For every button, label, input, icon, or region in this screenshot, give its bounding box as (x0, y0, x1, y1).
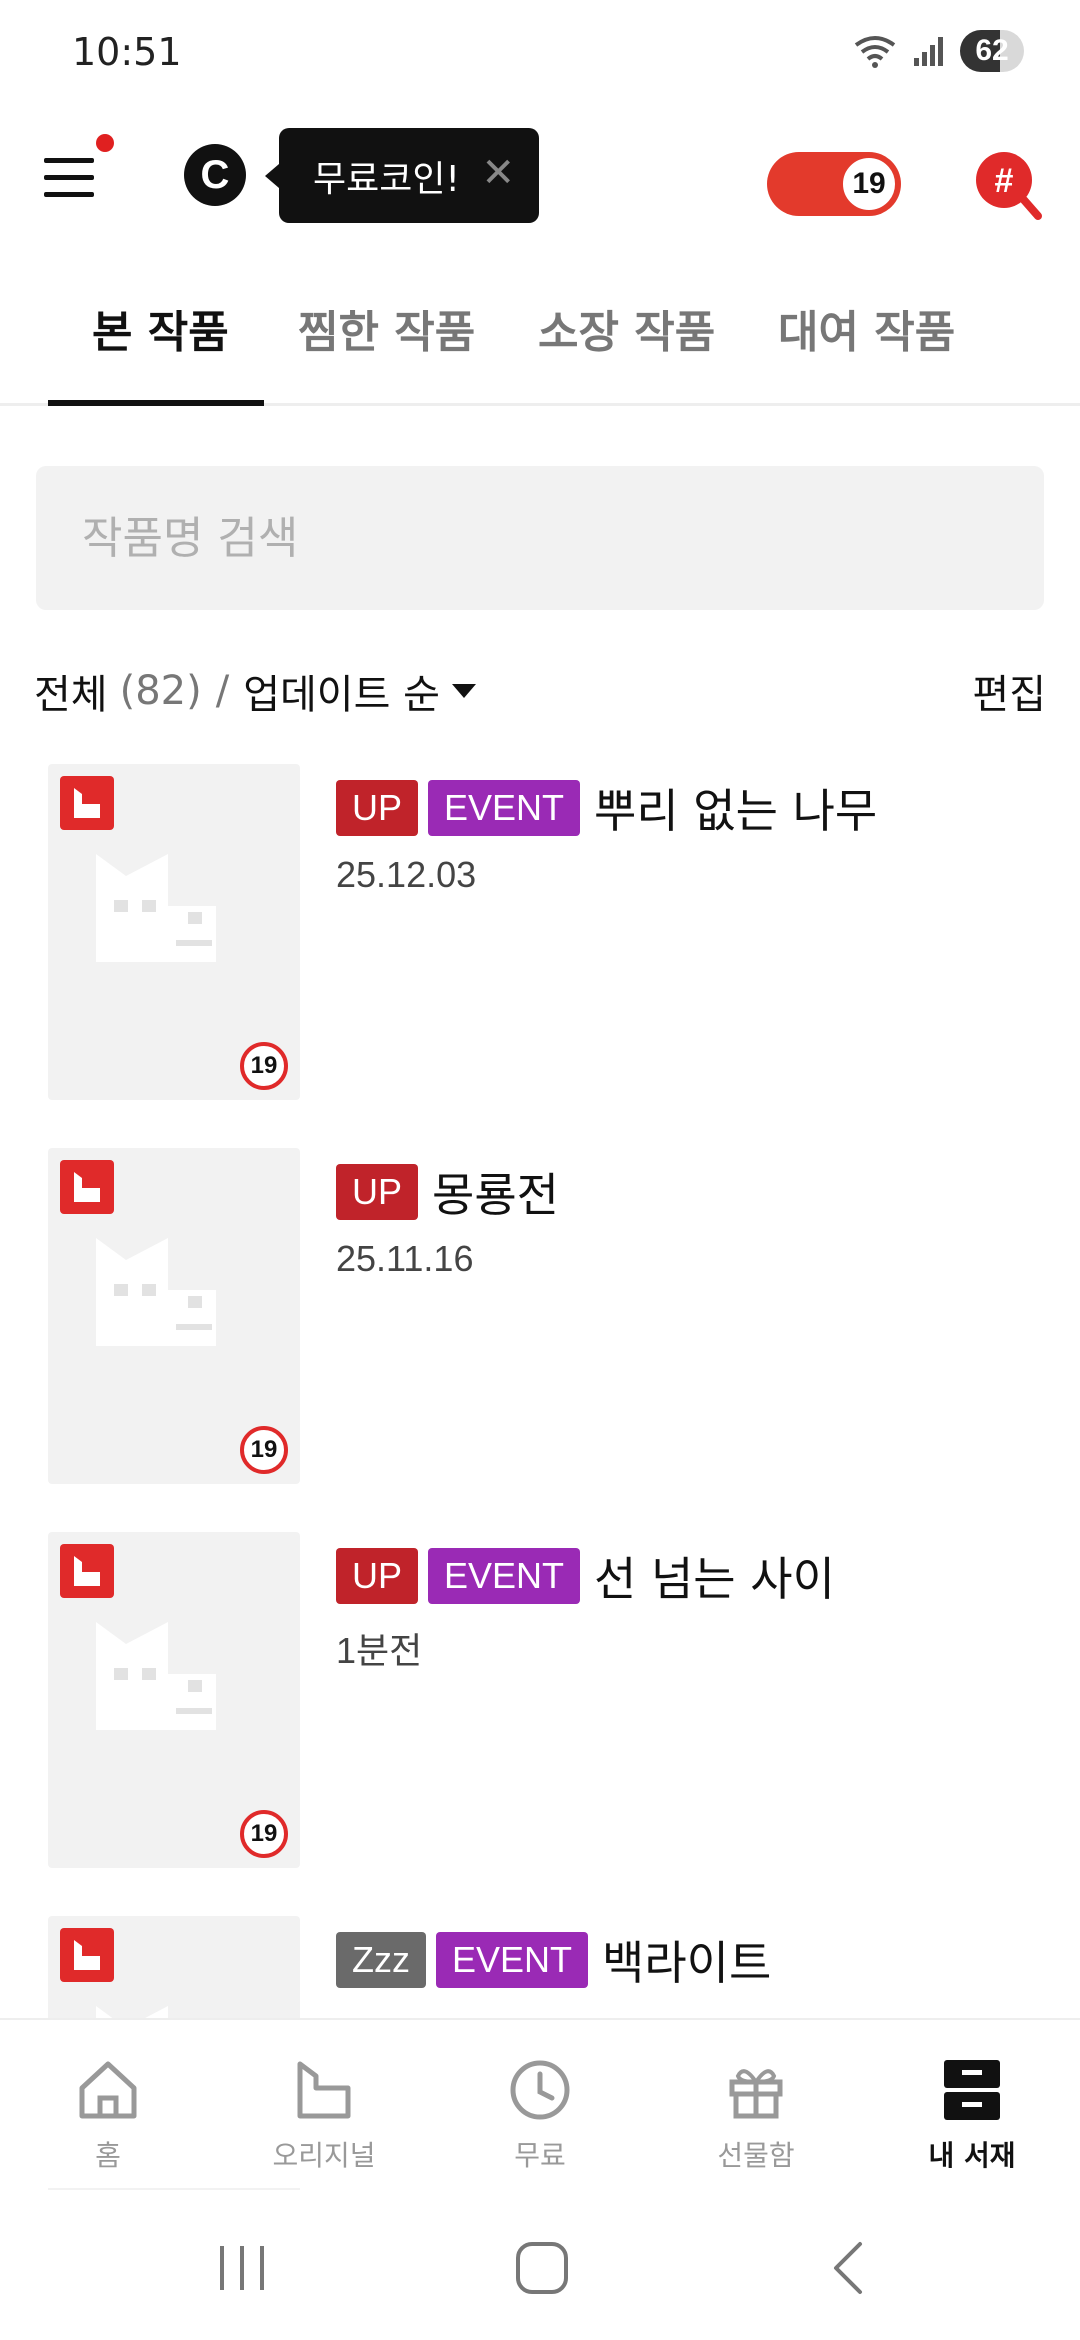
item-date: 1분전 (336, 1630, 423, 1671)
up-tag: UP (336, 780, 419, 836)
total-count: (82) (119, 668, 202, 714)
app-header: C 무료코인! ✕ 19 # (0, 120, 1080, 250)
thumbnail: 19 (48, 764, 300, 1100)
item-title: 선 넘는 사이 (594, 1552, 835, 1606)
caret-down-icon (451, 684, 476, 698)
hashtag-search-icon[interactable]: # (974, 150, 1042, 222)
nav-free[interactable]: 무료 (460, 2050, 620, 2174)
svg-text:#: # (995, 162, 1014, 200)
sort-label: 업데이트 순 (243, 672, 440, 718)
nav-gift[interactable]: 선물함 (676, 2050, 836, 2174)
active-tab-indicator (48, 400, 264, 406)
tab-wishlist[interactable]: 찜한 작품 (298, 296, 475, 360)
tab-owned[interactable]: 소장 작품 (538, 296, 715, 360)
nav-free-label: 무료 (514, 2139, 566, 2172)
thumbnail: 19 (48, 1148, 300, 1484)
item-date: 25.11.16 (336, 1238, 474, 1279)
item-date: 25.12.03 (336, 854, 477, 895)
bottom-navigation: 홈 오리지널 무료 선물함 내 서재 (0, 2018, 1080, 2188)
wifi-icon (854, 36, 896, 68)
item-info: Zzz EVENT 백라이트 (336, 1930, 771, 1990)
back-icon[interactable] (822, 2240, 878, 2296)
nav-library-label: 내 서재 (928, 2139, 1016, 2172)
adult-badge: 19 (839, 154, 899, 214)
placeholder-cat-icon (96, 1238, 216, 1346)
tooltip-text: 무료코인! (313, 158, 460, 200)
gift-icon (729, 2069, 783, 2119)
library-icon (944, 2060, 1000, 2120)
up-tag: UP (336, 1164, 419, 1220)
menu-button[interactable] (44, 150, 98, 204)
item-title: 백라이트 (602, 1936, 772, 1990)
item-info: UP EVENT 뿌리 없는 나무 25.12.03 (336, 778, 877, 896)
signal-icon (914, 37, 943, 66)
separator: / (215, 668, 230, 714)
nav-gift-label: 선물함 (717, 2139, 795, 2172)
nav-home[interactable]: 홈 (28, 2050, 188, 2174)
battery-indicator: 62 (960, 30, 1024, 72)
placeholder-cat-icon (96, 1622, 216, 1730)
edit-button[interactable]: 편집 (972, 662, 1046, 720)
filter-row: 전체 (82) / 업데이트 순 편집 (34, 662, 1046, 722)
notification-dot (96, 134, 114, 152)
status-time: 10:51 (72, 30, 182, 74)
nav-original[interactable]: 오리지널 (244, 2050, 404, 2174)
sort-dropdown[interactable]: 전체 (82) / 업데이트 순 (34, 662, 476, 720)
zzz-tag: Zzz (336, 1932, 426, 1988)
nav-library[interactable]: 내 서재 (892, 2050, 1052, 2174)
home-button-icon[interactable] (514, 2240, 570, 2296)
clock-icon (510, 2060, 570, 2120)
original-badge-icon (60, 1544, 114, 1598)
library-tabs: 본 작품 찜한 작품 소장 작품 대여 작품 (0, 282, 1080, 406)
event-tag: EVENT (428, 1548, 581, 1604)
adult-content-toggle[interactable]: 19 (767, 152, 901, 216)
nav-original-label: 오리지널 (272, 2139, 376, 2172)
all-label: 전체 (34, 672, 108, 718)
original-badge-icon (60, 1160, 114, 1214)
item-title: 몽룡전 (432, 1168, 559, 1222)
search-input[interactable] (36, 466, 1044, 610)
age-rating-badge: 19 (240, 1810, 288, 1858)
coin-icon[interactable]: C (184, 144, 246, 206)
original-icon (297, 2061, 351, 2119)
battery-level: 62 (975, 34, 1009, 67)
list-item[interactable]: 19 UP 몽룡전 25.11.16 (0, 1148, 1080, 1488)
event-tag: EVENT (428, 780, 581, 836)
status-bar: 10:51 62 (0, 0, 1080, 110)
item-info: UP EVENT 선 넘는 사이 1분전 (336, 1546, 835, 1674)
system-navigation-bar (0, 2190, 1080, 2340)
search-box (36, 466, 1044, 610)
up-tag: UP (336, 1548, 419, 1604)
free-coin-tooltip[interactable]: 무료코인! ✕ (265, 128, 539, 223)
list-item[interactable]: 19 UP EVENT 뿌리 없는 나무 25.12.03 (0, 764, 1080, 1104)
age-rating-badge: 19 (240, 1042, 288, 1090)
tab-viewed[interactable]: 본 작품 (92, 296, 229, 360)
tab-rented[interactable]: 대여 작품 (778, 296, 955, 360)
original-badge-icon (60, 776, 114, 830)
thumbnail: 19 (48, 1532, 300, 1868)
placeholder-cat-icon (96, 854, 216, 962)
event-tag: EVENT (436, 1932, 589, 1988)
age-rating-badge: 19 (240, 1426, 288, 1474)
item-info: UP 몽룡전 25.11.16 (336, 1162, 559, 1280)
item-title: 뿌리 없는 나무 (594, 784, 878, 838)
home-icon (79, 2061, 137, 2119)
original-badge-icon (60, 1928, 114, 1982)
recent-apps-icon[interactable] (214, 2240, 270, 2296)
close-icon[interactable]: ✕ (481, 150, 515, 196)
list-item[interactable]: 19 UP EVENT 선 넘는 사이 1분전 (0, 1532, 1080, 1872)
status-icons: 62 (852, 30, 1024, 72)
nav-home-label: 홈 (95, 2139, 121, 2172)
